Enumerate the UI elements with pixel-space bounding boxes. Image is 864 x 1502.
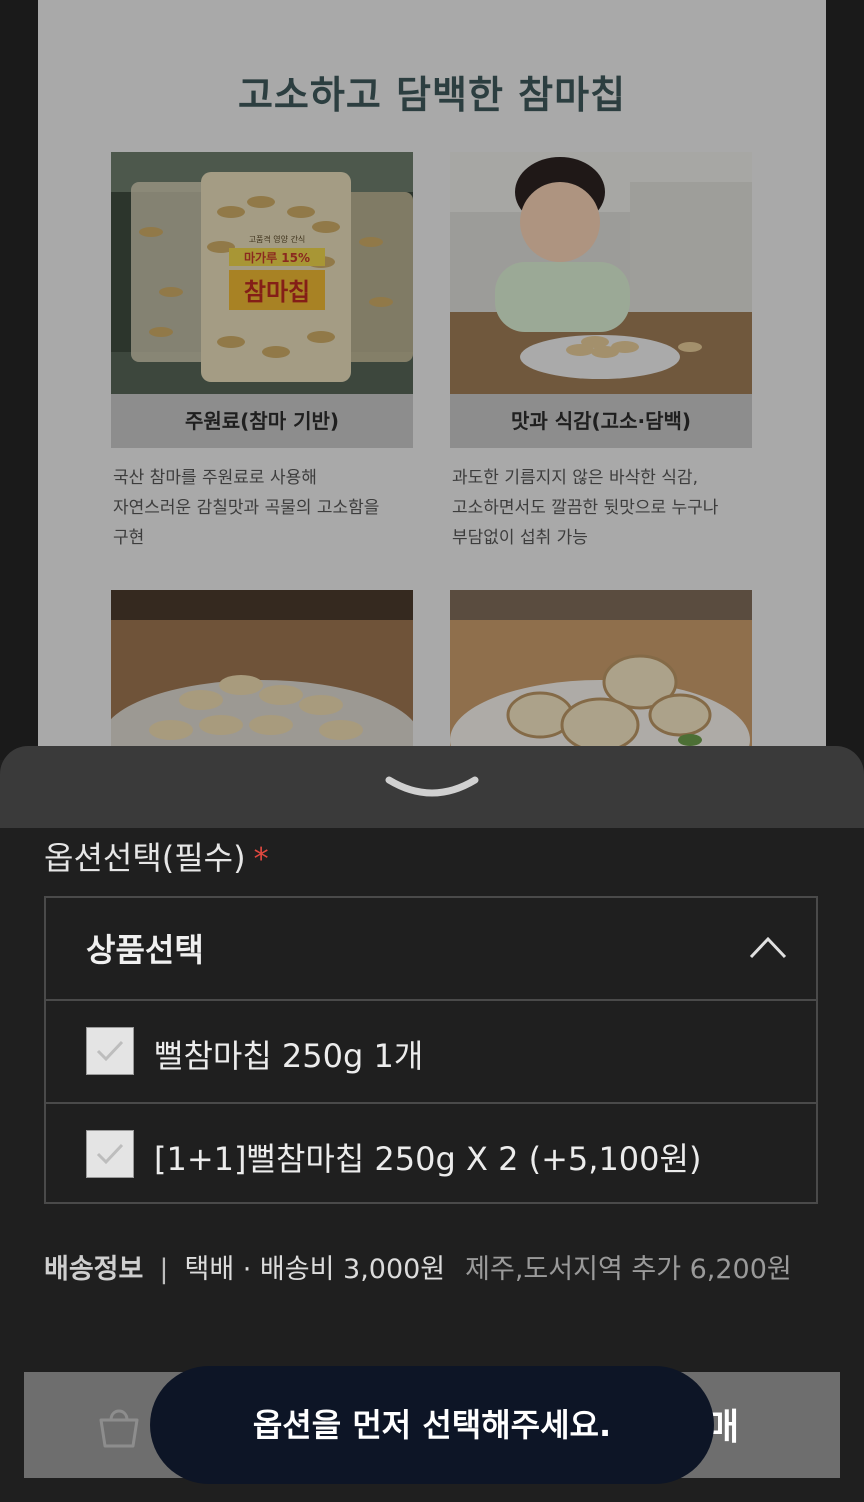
option-1-checkbox[interactable] [86, 1027, 134, 1075]
option-label-text: 옵션선택(필수) [44, 839, 246, 877]
option-1-label: 뻘참마칩 250g 1개 [154, 1037, 424, 1075]
delivery-separator: | [159, 1254, 169, 1285]
background-dim-overlay [0, 0, 864, 760]
product-select-title: 상품선택 [86, 931, 204, 969]
delivery-method: 택배 · 배송비 3,000원 [184, 1254, 446, 1285]
option-2-checkbox[interactable] [86, 1130, 134, 1178]
delivery-info: 배송정보 | 택배 · 배송비 3,000원 제주,도서지역 추가 6,200원 [44, 1247, 792, 1286]
chevron-up-icon[interactable] [748, 933, 788, 961]
option-2-label: [1+1]뻘참마칩 250g X 2 (+5,100원) [154, 1140, 702, 1178]
check-icon [96, 1040, 124, 1062]
collapse-chevron-icon[interactable] [385, 772, 479, 804]
required-mark: * [253, 842, 269, 877]
shopping-bag-icon[interactable] [96, 1404, 142, 1450]
option-section-label: 옵션선택(필수) * [44, 833, 269, 879]
delivery-extra-fee: 제주,도서지역 추가 6,200원 [465, 1254, 792, 1285]
delivery-label: 배송정보 [44, 1254, 144, 1285]
check-icon [96, 1143, 124, 1165]
toast-message: 옵션을 먼저 선택해주세요. [150, 1366, 714, 1484]
